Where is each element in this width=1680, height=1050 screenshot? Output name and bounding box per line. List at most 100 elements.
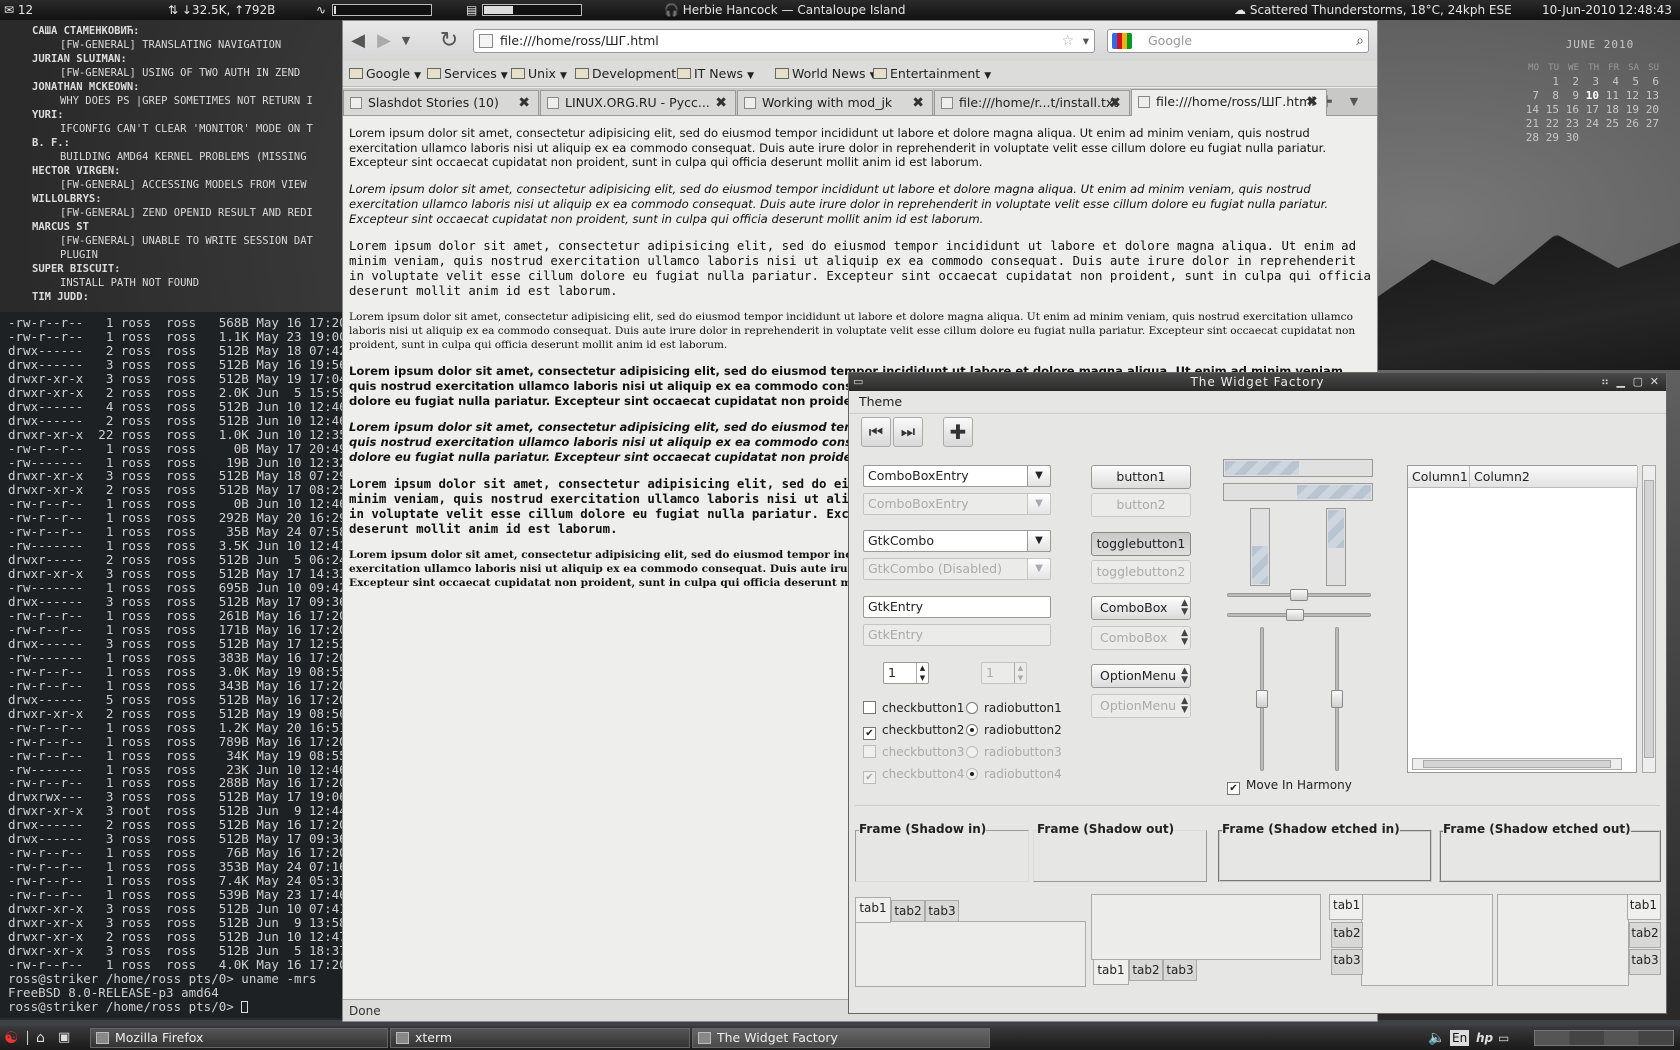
vscale-2[interactable] (1331, 627, 1343, 771)
column2-header[interactable]: Column2 (1470, 466, 1638, 488)
battery-icon[interactable]: ▭ (1498, 1030, 1509, 1046)
notebook-right-tab2[interactable]: tab2 (1629, 922, 1661, 948)
task-firefox[interactable]: Mozilla Firefox (90, 1028, 388, 1048)
spin-arrows-icon[interactable]: ▲ ▼ (916, 663, 928, 683)
window-titlebar[interactable]: ▭ The Widget Factory ⠶ ▁ ▢ ✕ (849, 373, 1666, 391)
hplip-icon[interactable]: hp (1476, 1030, 1493, 1046)
radiobutton1[interactable]: radiobutton1 (966, 701, 1062, 715)
bookmark-folder-it-news[interactable]: IT News ▼ (677, 65, 754, 85)
forward-icon[interactable]: ▶ (373, 30, 395, 52)
chevron-down-icon[interactable]: ▼ (1027, 530, 1051, 552)
workspace-pager[interactable] (1534, 1030, 1674, 1046)
notebook-right-tab3[interactable]: tab3 (1629, 949, 1661, 975)
gtkentry[interactable]: GtkEntry (863, 596, 1051, 618)
notebook-bottom-tab2[interactable]: tab2 (1129, 959, 1163, 981)
sticky-icon[interactable]: ⠶ (1601, 373, 1610, 391)
hscale-2[interactable] (1227, 609, 1371, 621)
spinbutton[interactable]: 1 ▲ ▼ (883, 662, 929, 684)
bookmark-folder-entertainment[interactable]: Entertainment ▼ (873, 65, 991, 85)
mail-indicator[interactable]: ✉ 12 (4, 0, 33, 20)
slider-handle[interactable] (1256, 690, 1268, 708)
slider-handle[interactable] (1286, 609, 1304, 621)
menu-theme[interactable]: Theme (859, 394, 902, 409)
column1-header[interactable]: Column1 (1408, 466, 1470, 488)
clock[interactable]: 12:48:43 (1618, 0, 1672, 20)
bookmark-folder-world-news[interactable]: World News ▼ (775, 65, 876, 85)
back-icon[interactable]: ◀ (347, 30, 369, 52)
gtkcombo[interactable]: GtkCombo ▼ (863, 530, 1051, 552)
close-tab-icon[interactable]: ✖ (1306, 90, 1318, 114)
move-in-harmony-check[interactable]: ✔ Move In Harmony (1227, 778, 1352, 795)
horizontal-scrollbar[interactable] (1412, 758, 1622, 770)
skip-forward-icon[interactable]: ⏭ (893, 417, 923, 447)
bookmark-folder-development[interactable]: Development ▼ (575, 65, 687, 85)
checkbutton2[interactable]: ✔ checkbutton2 (863, 723, 964, 740)
notebook-top-tab2[interactable]: tab2 (891, 900, 925, 922)
task-widget-factory[interactable]: The Widget Factory (692, 1028, 990, 1048)
bookmark-folder-unix[interactable]: Unix ▼ (511, 65, 567, 85)
checkbox-checked-icon[interactable]: ✔ (1227, 782, 1240, 795)
notebook-top-tab1[interactable]: tab1 (855, 897, 891, 923)
window-menu-icon[interactable]: ▭ (853, 373, 864, 391)
scrollbar-thumb[interactable] (1644, 480, 1654, 758)
close-tab-icon[interactable]: ✖ (715, 91, 727, 115)
checkbutton1[interactable]: checkbutton1 (863, 701, 964, 715)
browser-tab[interactable]: file:///home/ross/ШГ.html ✖ (1131, 89, 1327, 116)
reload-icon[interactable]: ↻ (438, 30, 460, 52)
combobox[interactable]: ComboBox ▲ ▼ (1091, 596, 1191, 620)
notebook-left-tab3[interactable]: tab3 (1331, 949, 1363, 975)
togglebutton1[interactable]: togglebutton1 (1091, 532, 1191, 556)
google-icon[interactable] (1112, 33, 1132, 49)
notebook-bottom-tab3[interactable]: tab3 (1163, 959, 1197, 981)
skip-back-icon[interactable]: ⏮ (861, 417, 891, 447)
task-xterm[interactable]: xterm (390, 1028, 690, 1048)
notebook-left-tab2[interactable]: tab2 (1331, 922, 1363, 948)
notebook-bottom-tab1[interactable]: tab1 (1093, 959, 1129, 985)
vertical-scrollbar[interactable] (1642, 465, 1656, 773)
home-icon[interactable]: ⌂ (36, 1030, 45, 1046)
browser-tab[interactable]: file:///home/r...t/install.txt ✖ (934, 90, 1130, 115)
browser-tab[interactable]: Working with mod_jk ✖ (737, 90, 933, 115)
chevron-down-icon[interactable]: ▼ (1027, 465, 1051, 487)
treeview[interactable]: Column1 Column2 (1407, 465, 1638, 773)
keyboard-layout[interactable]: En (1450, 1030, 1470, 1046)
radiobutton2[interactable]: radiobutton2 (966, 723, 1062, 737)
close-tab-icon[interactable]: ✖ (912, 91, 924, 115)
minimize-icon[interactable]: ▁ (1617, 373, 1626, 391)
notebook-left-tab1[interactable]: tab1 (1329, 894, 1363, 920)
tab-list-icon[interactable]: ▼ (1343, 91, 1365, 113)
scrollbar-thumb[interactable] (1423, 760, 1611, 768)
close-icon[interactable]: ✕ (1650, 373, 1660, 391)
slider-handle[interactable] (1290, 589, 1308, 601)
optionmenu[interactable]: OptionMenu ▲ ▼ (1091, 664, 1191, 688)
terminal-launcher-icon[interactable]: ▣ (58, 1030, 70, 1046)
notebook-top-tab3[interactable]: tab3 (925, 900, 959, 922)
radio-on-icon[interactable] (966, 724, 978, 736)
search-icon[interactable]: ⌕ (1356, 30, 1364, 52)
url-dropdown-icon[interactable]: ▾ (1083, 30, 1089, 52)
add-icon[interactable]: ✚ (943, 417, 973, 447)
close-tab-icon[interactable]: ✖ (1109, 91, 1121, 115)
maximize-icon[interactable]: ▢ (1633, 373, 1644, 391)
radio-off-icon[interactable] (966, 702, 978, 714)
bookmark-folder-services[interactable]: Services ▼ (427, 65, 508, 85)
now-playing[interactable]: 🎧 Herbie Hancock — Cantaloupe Island (664, 0, 906, 20)
checkbox-checked-icon[interactable]: ✔ (863, 727, 876, 740)
history-dropdown-icon[interactable]: ▼ (395, 30, 417, 52)
bookmark-star-icon[interactable]: ☆ (1061, 30, 1074, 52)
bookmark-folder-google[interactable]: Google ▼ (349, 65, 421, 85)
notebook-right-tab1[interactable]: tab1 (1627, 894, 1661, 920)
vscale-1[interactable] (1256, 627, 1268, 771)
volume-icon[interactable]: 🔈 (1428, 1030, 1445, 1046)
comboboxentry[interactable]: ComboBoxEntry ▼ (863, 465, 1051, 487)
slider-handle[interactable] (1331, 690, 1343, 708)
search-bar[interactable]: Google ⌕ (1107, 29, 1369, 53)
freebsd-menu-icon[interactable]: ☯ (4, 1030, 18, 1046)
hscale-1[interactable] (1227, 589, 1371, 601)
close-tab-icon[interactable]: ✖ (518, 91, 530, 115)
browser-tab[interactable]: Slashdot Stories (10) ✖ (343, 90, 539, 115)
checkbox-unchecked-icon[interactable] (863, 701, 876, 714)
button1[interactable]: button1 (1091, 465, 1191, 489)
url-bar[interactable]: file:///home/ross/ШГ.html ☆ ▾ (473, 29, 1095, 53)
weather-widget[interactable]: ☁ Scattered Thunderstorms, 18°C, 24kph E… (1234, 0, 1512, 20)
